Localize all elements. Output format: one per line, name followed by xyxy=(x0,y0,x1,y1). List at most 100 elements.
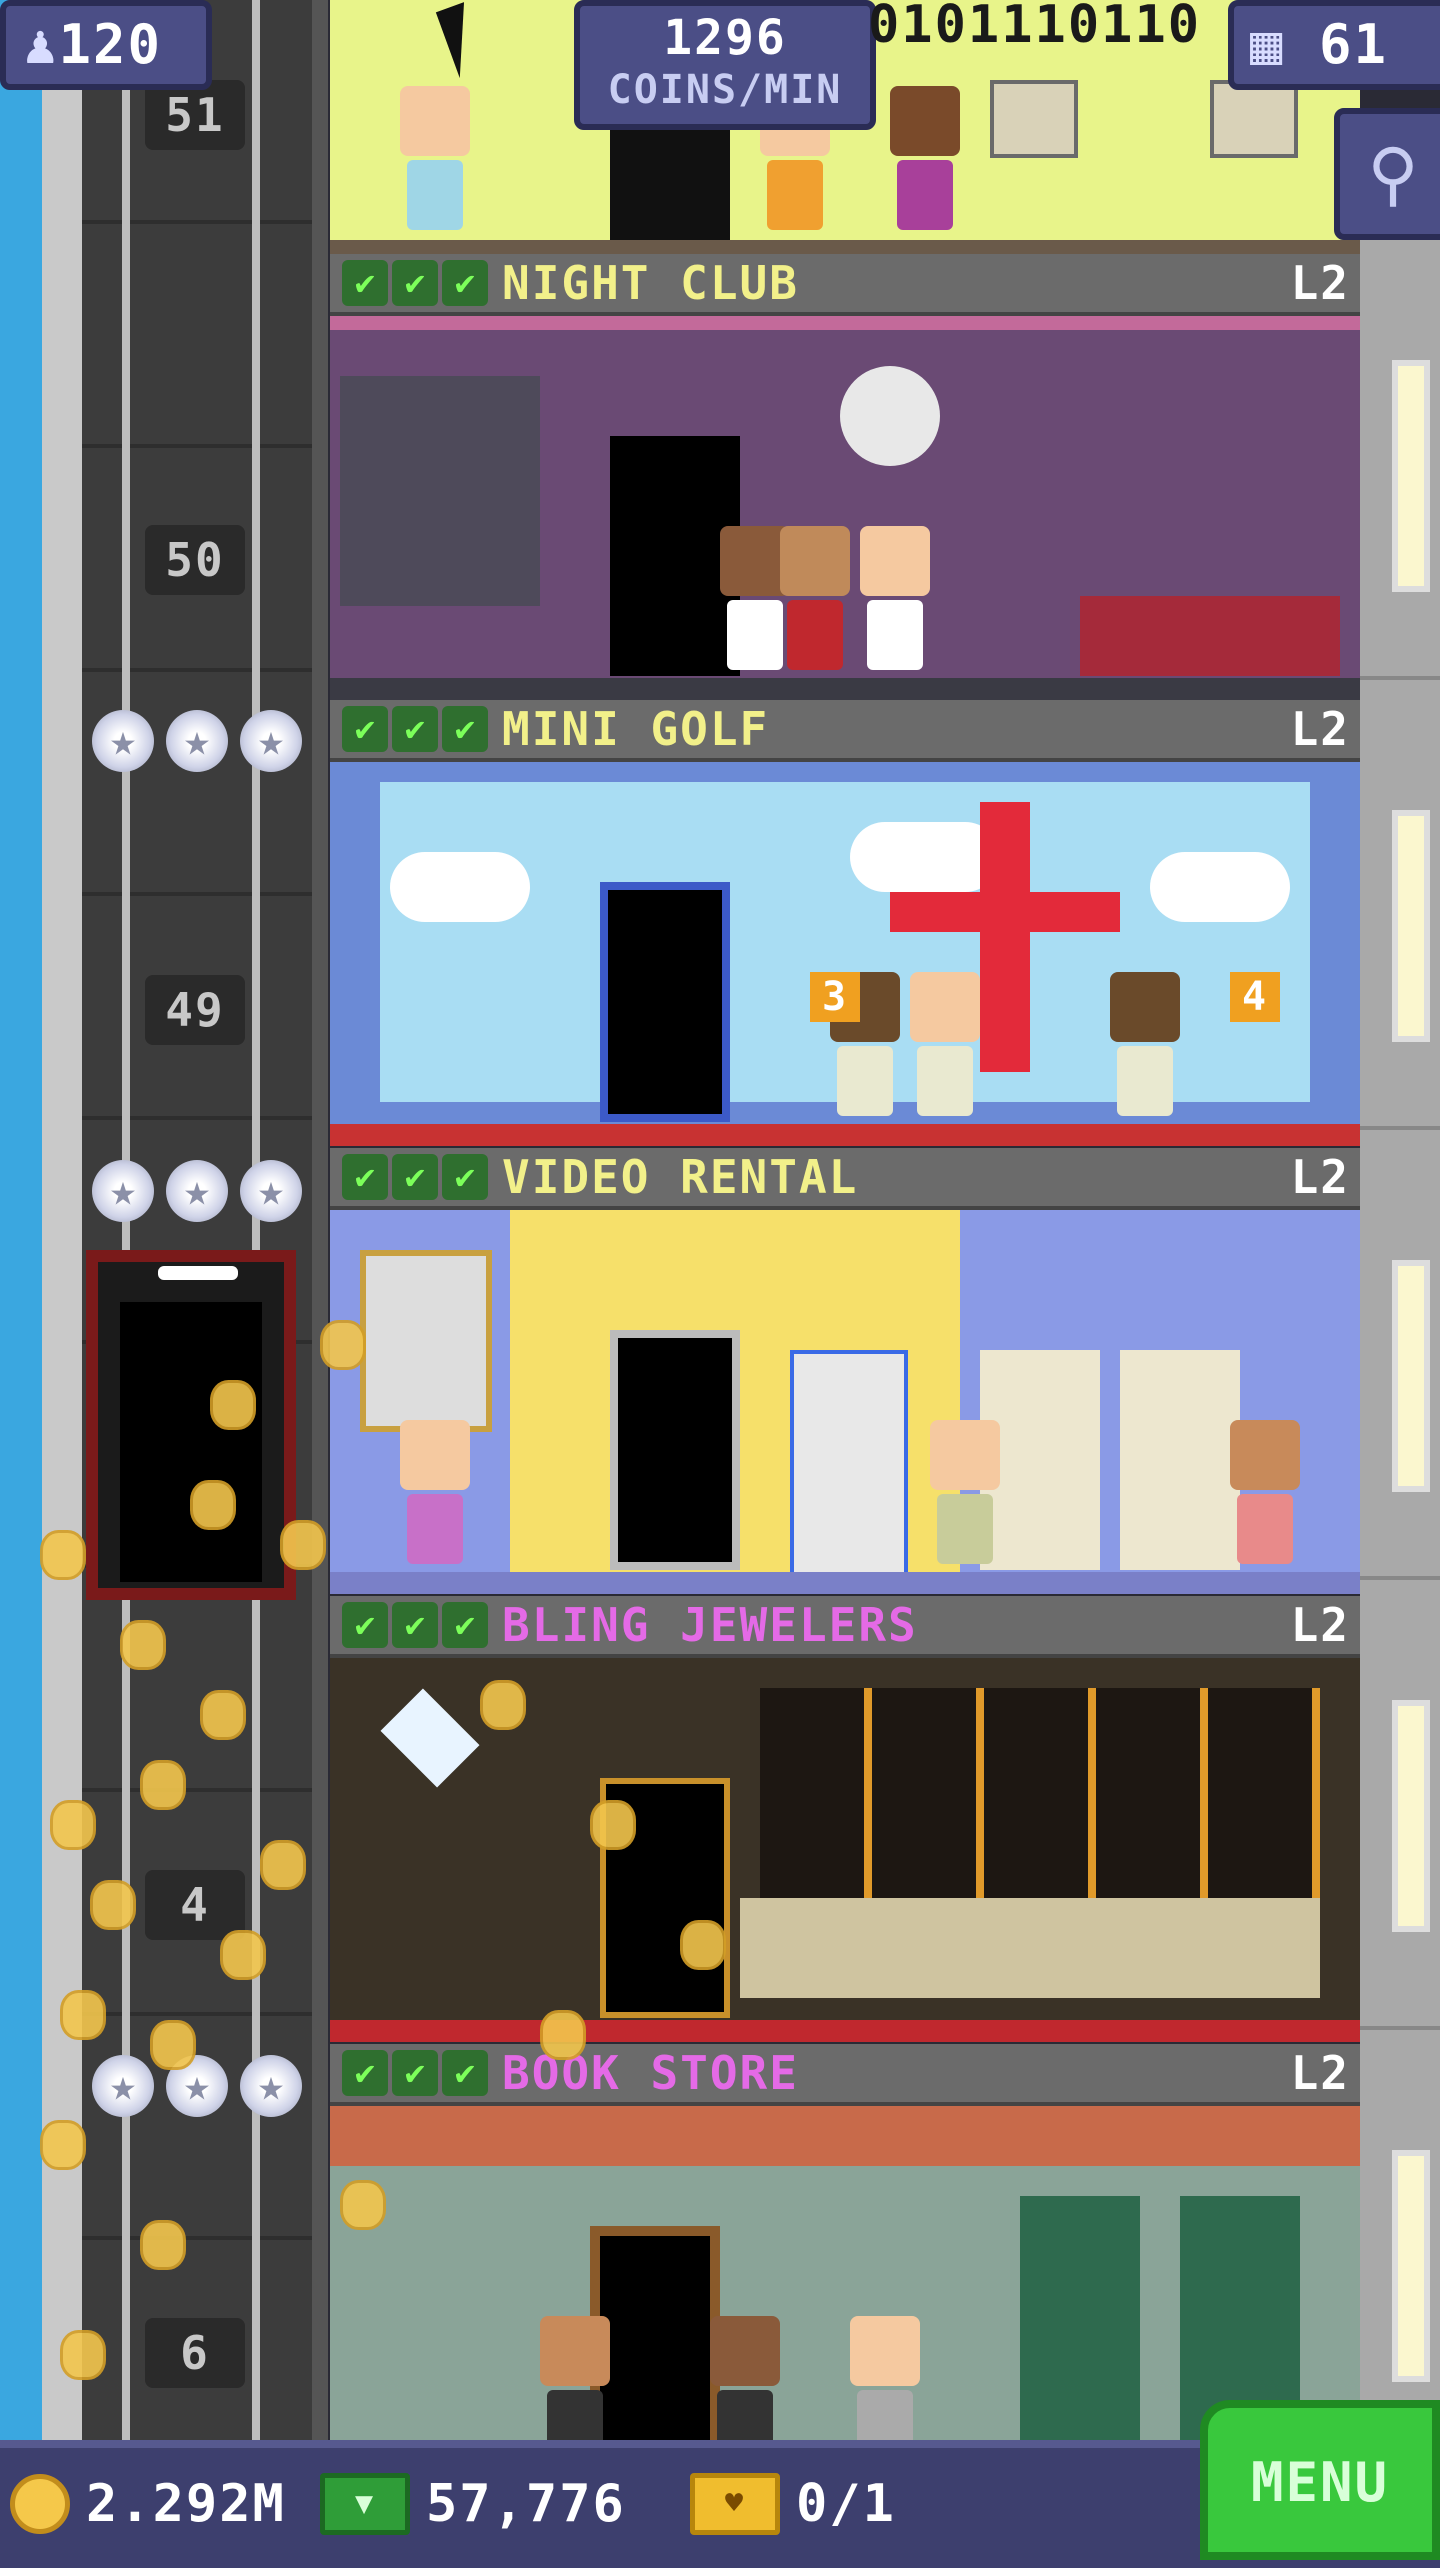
coin-icon xyxy=(340,2180,386,2230)
computer xyxy=(990,80,1078,158)
floor-video-rental[interactable]: ✔ ✔ ✔ VIDEO RENTAL L2 xyxy=(330,1148,1360,1594)
coins-display[interactable]: 2.292M xyxy=(10,2448,286,2560)
check-icon: ✔ xyxy=(392,1602,438,1648)
lounge-sofa xyxy=(1080,596,1340,676)
floor-banner[interactable]: ✔ ✔ ✔ BLING JEWELERS L2 xyxy=(330,1596,1360,1658)
binary-readout: 0101110110 xyxy=(868,0,1202,55)
coin-icon xyxy=(200,1690,246,1740)
coin-icon xyxy=(120,1620,166,1670)
window xyxy=(1392,1260,1430,1492)
population-counter[interactable]: ♟120 xyxy=(0,0,212,90)
floor-banner[interactable]: ✔ ✔ ✔ BOOK STORE L2 xyxy=(330,2044,1360,2106)
coin-icon xyxy=(50,1800,96,1850)
stock-checks: ✔ ✔ ✔ xyxy=(342,260,488,306)
coin-icon xyxy=(190,1480,236,1530)
stock-checks: ✔ ✔ ✔ xyxy=(342,2050,488,2096)
window xyxy=(1392,2150,1430,2382)
check-icon: ✔ xyxy=(392,706,438,752)
check-icon: ✔ xyxy=(392,1154,438,1200)
bitizen[interactable] xyxy=(860,526,930,676)
floor-bling-jewelers[interactable]: ✔ ✔ ✔ BLING JEWELERS L2 xyxy=(330,1596,1360,2042)
bar-shelves xyxy=(340,376,540,606)
movie-poster xyxy=(360,1250,492,1432)
check-icon: ✔ xyxy=(342,1154,388,1200)
bitizen[interactable] xyxy=(910,972,980,1122)
floor-mini-golf[interactable]: ✔ ✔ ✔ MINI GOLF L2 3 4 xyxy=(330,700,1360,1146)
bux-display[interactable]: ▼ 57,776 xyxy=(320,2448,626,2560)
star-icon: ★ xyxy=(166,710,228,772)
check-icon: ✔ xyxy=(342,1602,388,1648)
room-door xyxy=(600,882,730,1122)
tickets-display[interactable]: ♥ 0/1 xyxy=(690,2448,896,2560)
coin-icon xyxy=(680,1920,726,1970)
video-shelf xyxy=(1120,1350,1240,1570)
windmill-blades xyxy=(890,892,1120,932)
coin-icon xyxy=(140,1760,186,1810)
star-rating: ★ ★ ★ xyxy=(92,1160,302,1224)
floor-level: L2 xyxy=(1290,2046,1350,2100)
star-icon: ★ xyxy=(240,710,302,772)
floor-banner[interactable]: ✔ ✔ ✔ MINI GOLF L2 xyxy=(330,700,1360,762)
star-icon: ★ xyxy=(92,2055,154,2117)
floor-level: L2 xyxy=(1290,1150,1350,1204)
cloud xyxy=(390,852,530,922)
check-icon: ✔ xyxy=(442,2050,488,2096)
bitizen[interactable] xyxy=(1110,972,1180,1122)
coin-icon xyxy=(210,1380,256,1430)
floor-banner[interactable]: ✔ ✔ ✔ VIDEO RENTAL L2 xyxy=(330,1148,1360,1210)
coin-icon xyxy=(540,2010,586,2060)
star-rating: ★ ★ ★ xyxy=(92,710,302,774)
hole-sign: 4 xyxy=(1230,972,1280,1022)
floor-name: BOOK STORE xyxy=(502,2046,799,2100)
elevator-car[interactable] xyxy=(86,1250,296,1600)
coin-icon xyxy=(40,1530,86,1580)
elevator-light xyxy=(158,1266,238,1280)
bitizen[interactable] xyxy=(930,1420,1000,1570)
floor-count-value: 61 xyxy=(1319,13,1389,76)
bitizen[interactable] xyxy=(400,86,470,236)
tower-outer-wall xyxy=(42,0,82,2440)
star-icon: ★ xyxy=(92,710,154,772)
coin-icon xyxy=(150,2020,196,2070)
stock-checks: ✔ ✔ ✔ xyxy=(342,1154,488,1200)
bitizen[interactable] xyxy=(1230,1420,1300,1570)
bitizen[interactable] xyxy=(400,1420,470,1570)
coins-value: 2.292M xyxy=(86,2474,286,2534)
coin-icon xyxy=(60,1990,106,2040)
floor-name: MINI GOLF xyxy=(502,702,770,756)
cloud xyxy=(850,822,1000,892)
check-icon: ✔ xyxy=(342,260,388,306)
star-icon: ★ xyxy=(166,1160,228,1222)
magnifier-icon: ⚲ xyxy=(1367,133,1419,215)
coins-per-min-label: COINS/MIN xyxy=(607,67,843,113)
floor-level: L2 xyxy=(1290,1598,1350,1652)
bitizen[interactable] xyxy=(780,526,850,676)
arcade-machine xyxy=(790,1350,908,1578)
floor-number: 49 xyxy=(145,975,245,1045)
coin-icon xyxy=(60,2330,106,2380)
star-icon: ★ xyxy=(240,1160,302,1222)
diamond-sign xyxy=(380,1688,480,1788)
sky-strip xyxy=(0,0,42,2440)
coins-per-min-value: 1296 xyxy=(663,10,787,66)
check-icon: ✔ xyxy=(342,706,388,752)
coin-icon xyxy=(590,1800,636,1850)
floor-night-club[interactable]: ✔ ✔ ✔ NIGHT CLUB L2 xyxy=(330,254,1360,700)
bitizen[interactable] xyxy=(890,86,960,236)
floor-name: BLING JEWELERS xyxy=(502,1598,918,1652)
menu-button[interactable]: MENU xyxy=(1200,2400,1440,2560)
room-interior xyxy=(330,1210,1360,1594)
population-value: 120 xyxy=(58,13,163,76)
floor-number: 51 xyxy=(145,80,245,150)
floor-banner[interactable]: ✔ ✔ ✔ NIGHT CLUB L2 xyxy=(330,254,1360,316)
person-icon: ♟ xyxy=(24,13,59,76)
room-interior xyxy=(330,316,1360,700)
windmill xyxy=(980,802,1030,1072)
floor-number: 50 xyxy=(145,525,245,595)
floor-counter[interactable]: ▦ 61 xyxy=(1228,0,1440,90)
stock-checks: ✔ ✔ ✔ xyxy=(342,706,488,752)
check-icon: ✔ xyxy=(342,2050,388,2096)
building-icon: ▦ xyxy=(1250,13,1285,76)
magnifier-button[interactable]: ⚲ xyxy=(1334,108,1440,240)
window xyxy=(1392,1700,1430,1932)
